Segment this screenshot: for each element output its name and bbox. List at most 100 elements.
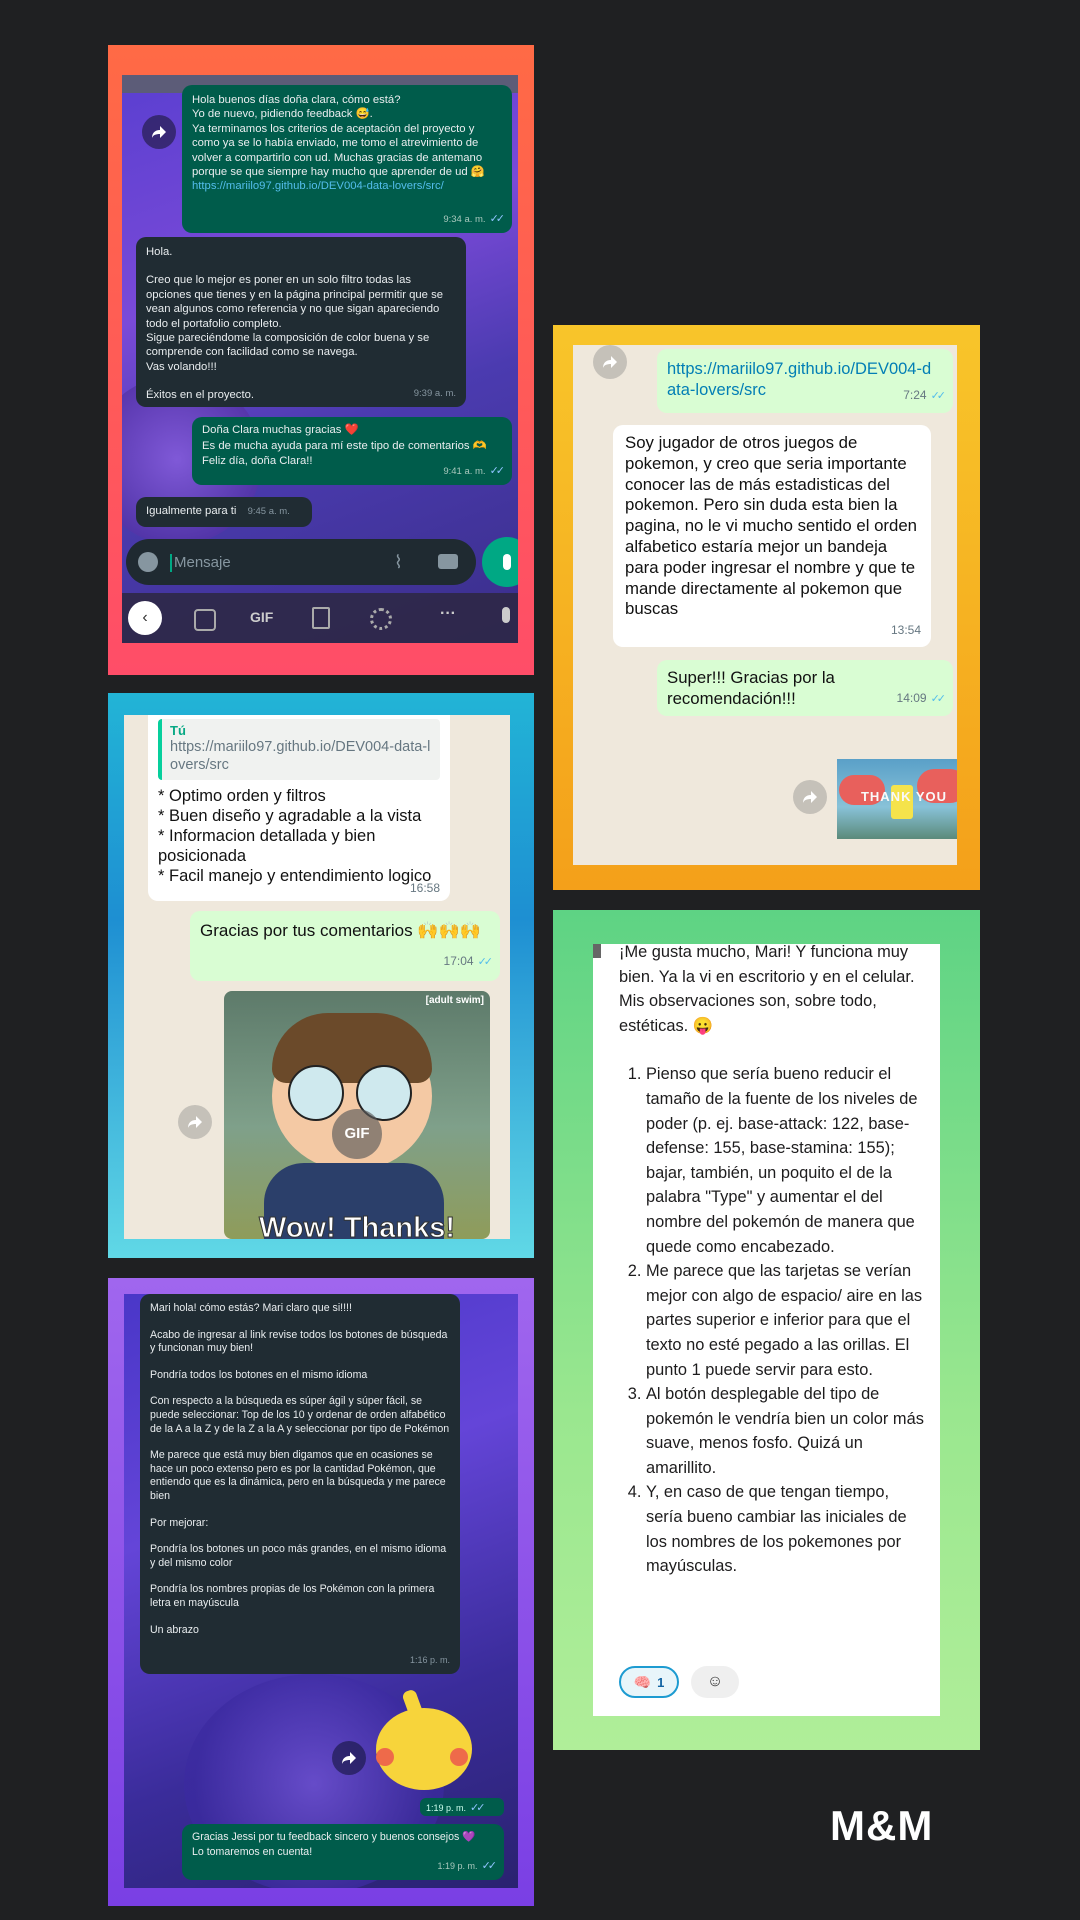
cartoon-eye-left [288, 1065, 344, 1121]
read-ticks-icon: ✓✓ [470, 1802, 486, 1814]
sticker-cheek [376, 1748, 394, 1766]
sticker-thank-you[interactable]: THANK YOU [837, 759, 957, 839]
message-line: Yo de nuevo, pidiendo feedback 😅. [192, 108, 373, 121]
message-paragraph: Un abrazo [150, 1623, 199, 1636]
message-time: 13:54 [890, 623, 921, 638]
list-item: Y, en caso de que tengan tiempo, sería b… [646, 1480, 929, 1578]
message-line: Doña Clara muchas gracias ❤️ [202, 424, 359, 436]
message-text: Soy jugador de otros juegos de pokemon, … [625, 433, 918, 619]
more-icon[interactable]: ··· [440, 605, 456, 623]
quoted-author: Tú [170, 723, 186, 738]
message-time: 1:16 p. m. [409, 1655, 450, 1666]
screenshot-card-5: ¡Me gusta mucho, Mari! Y funciona muy bi… [553, 910, 980, 1750]
message-input-bar[interactable]: Mensaje ⌇ [126, 539, 476, 585]
add-reaction-button[interactable]: ☺ [691, 1666, 739, 1698]
message-paragraph: Mari hola! cómo estás? Mari claro que si… [150, 1302, 352, 1314]
list-item: Al botón desplegable del tipo de pokemón… [646, 1382, 929, 1480]
read-ticks-icon: ✓✓ [930, 693, 947, 705]
forward-icon[interactable] [142, 115, 176, 149]
forward-icon[interactable] [332, 1741, 366, 1775]
chat-screen-1: Hola buenos días doña clara, cómo está? … [122, 75, 518, 643]
forward-icon[interactable] [178, 1105, 212, 1139]
gif-caption: Wow! Thanks! [258, 1212, 456, 1240]
incoming-message[interactable]: Igualmente para ti 9:45 a. m. [136, 497, 312, 527]
screenshot-card-2: https://mariilo97.github.io/DEV004-data-… [553, 325, 980, 890]
read-ticks-icon: ✓✓ [930, 390, 947, 402]
message-line: Creo que lo mejor es poner en un solo fi… [146, 274, 444, 330]
read-ticks-icon: ✓✓ [489, 464, 506, 477]
keyboard-mic-icon[interactable] [502, 607, 510, 623]
message-paragraph: Pondría todos los botones en el mismo id… [150, 1368, 368, 1381]
settings-icon[interactable] [370, 608, 392, 630]
quoted-reply[interactable]: Tú https://mariilo97.github.io/DEV004-da… [158, 719, 440, 780]
message-line: Lo tomaremos en cuenta! [192, 1846, 313, 1858]
sticker-time-badge: 1:19 p. m. ✓✓ [420, 1798, 504, 1816]
reaction-count: 1 [657, 1674, 665, 1690]
mic-icon [503, 554, 511, 570]
screenshot-card-4: Mari hola! cómo estás? Mari claro que si… [108, 1278, 534, 1906]
gif-message[interactable]: [adult swim] GIF Wow! Thanks! [224, 991, 490, 1239]
sticker-text: THANK YOU [860, 789, 948, 804]
message-body: ¡Me gusta mucho, Mari! Y funciona muy bi… [619, 944, 929, 1579]
quoted-text: https://mariilo97.github.io/DEV004-data-… [170, 739, 431, 773]
camera-icon[interactable] [438, 554, 458, 569]
sticker-cheek [450, 1748, 468, 1766]
message-line: * Informacion detallada y bien posiciona… [158, 827, 376, 865]
message-time: 9:41 a. m. ✓✓ [443, 464, 506, 477]
incoming-quoted-message[interactable]: Tú https://mariilo97.github.io/DEV004-da… [148, 715, 450, 901]
message-line: Ya terminamos los criterios de aceptació… [192, 122, 485, 179]
gif-watermark: [adult swim] [425, 995, 484, 1006]
chat-screen-4: Mari hola! cómo estás? Mari claro que si… [124, 1294, 518, 1888]
message-line: Hola. [146, 246, 173, 258]
outgoing-message[interactable]: Hola buenos días doña clara, cómo está? … [182, 85, 512, 233]
incoming-message[interactable]: Soy jugador de otros juegos de pokemon, … [613, 425, 931, 647]
forward-icon[interactable] [593, 345, 627, 379]
sticker-icon[interactable] [194, 609, 216, 631]
keyboard-toolbar: ‹ GIF ··· [122, 593, 518, 643]
screenshot-card-3: Tú https://mariilo97.github.io/DEV004-da… [108, 693, 534, 1258]
message-marker [593, 944, 601, 958]
message-line [146, 374, 456, 388]
feedback-list: Pienso que sería bueno reducir el tamaño… [619, 1062, 929, 1578]
outgoing-link-message[interactable]: https://mariilo97.github.io/DEV004-data-… [657, 349, 953, 413]
message-paragraph: Acabo de ingresar al link revise todos l… [150, 1328, 448, 1355]
back-icon[interactable]: ‹ [128, 601, 162, 635]
incoming-message[interactable]: Mari hola! cómo estás? Mari claro que si… [140, 1294, 460, 1674]
outgoing-message[interactable]: Gracias Jessi por tu feedback sincero y … [182, 1824, 504, 1880]
message-input[interactable]: Mensaje [170, 554, 354, 572]
message-line: Éxitos en el proyecto. [146, 389, 255, 402]
pikachu-sticker[interactable] [376, 1688, 476, 1790]
outgoing-message[interactable]: Doña Clara muchas gracias ❤️ Es de mucha… [192, 417, 512, 485]
gif-badge[interactable]: GIF [332, 1109, 382, 1159]
message-paragraph: Pondría los botones un poco más grandes,… [150, 1543, 447, 1569]
incoming-message[interactable]: Hola. Creo que lo mejor es poner en un s… [136, 237, 466, 407]
message-text: Igualmente para ti [146, 505, 237, 517]
attach-icon[interactable]: ⌇ [394, 552, 403, 573]
mic-button[interactable] [482, 537, 518, 587]
add-reaction-icon: ☺ [706, 1673, 724, 1690]
message-line: Hola buenos días doña clara, cómo está? [192, 94, 401, 106]
outgoing-message[interactable]: Super!!! Gracias por la recomendación!!!… [657, 660, 953, 716]
list-item: Pienso que sería bueno reducir el tamaño… [646, 1062, 929, 1259]
reaction-pill[interactable]: 🧠 1 [619, 1666, 679, 1698]
message-time: 7:24 ✓✓ [903, 388, 947, 402]
message-paragraph: Por mejorar: [150, 1516, 209, 1529]
message-paragraph: Con respecto a la búsqueda es súper ágil… [150, 1395, 450, 1435]
outgoing-message[interactable]: Gracias por tus comentarios 🙌🙌🙌 17:04 ✓✓ [190, 911, 500, 981]
read-ticks-icon: ✓✓ [489, 212, 506, 225]
emoji-icon[interactable] [138, 552, 158, 572]
message-text: Gracias por tus comentarios 🙌🙌🙌 [200, 921, 481, 940]
message-link[interactable]: https://mariilo97.github.io/DEV004-data-… [667, 359, 939, 401]
message-text: Super!!! Gracias por la recomendación!!! [667, 668, 835, 708]
message-intro: ¡Me gusta mucho, Mari! Y funciona muy bi… [619, 944, 915, 1035]
message-time: 17:04 ✓✓ [443, 954, 494, 968]
gif-button[interactable]: GIF [250, 609, 273, 625]
message-time: 1:19 p. m. ✓✓ [437, 1860, 498, 1872]
message-line: * Facil manejo y entendimiento logico [158, 867, 432, 885]
chat-screen-3: Tú https://mariilo97.github.io/DEV004-da… [124, 715, 510, 1239]
message-link[interactable]: https://mariilo97.github.io/DEV004-data-… [192, 179, 502, 193]
message-line [146, 259, 456, 273]
clipboard-icon[interactable] [312, 607, 330, 629]
read-ticks-icon: ✓✓ [481, 1860, 498, 1872]
forward-icon[interactable] [793, 780, 827, 814]
